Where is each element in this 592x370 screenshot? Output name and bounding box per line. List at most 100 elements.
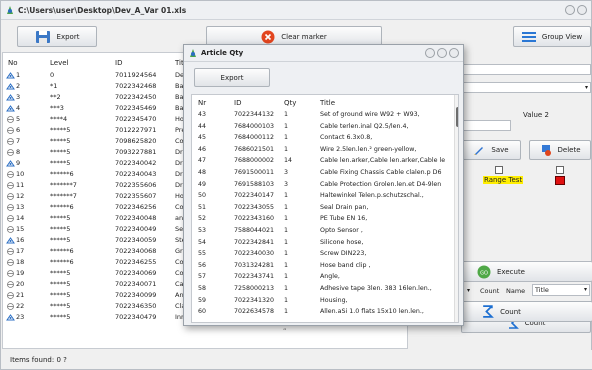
right-select-1[interactable]: ▾ — [461, 82, 591, 93]
dialog-table-row[interactable]: 56 7031324281 1 Hose band clip , — [192, 261, 454, 273]
dialog-row-title: Housing, — [320, 296, 348, 304]
dialog-export-button[interactable]: Export — [194, 68, 270, 87]
dialog-row-qty: 1 — [284, 273, 289, 281]
floppy-disk-icon — [35, 30, 50, 43]
row-no: 5 — [6, 115, 20, 123]
dialog-minimize-button[interactable] — [425, 48, 435, 58]
dialog-table-row[interactable]: 54 7022342841 1 Silicone hose, — [192, 238, 454, 250]
row-id: 7022346256 — [115, 203, 157, 211]
export-button[interactable]: Export — [17, 26, 97, 47]
dialog-table-row[interactable]: 51 7022343055 1 Seal Drain pan, — [192, 203, 454, 215]
dialog-table-row[interactable]: 52 7022343160 1 PE Tube EN 16, — [192, 214, 454, 226]
module-icon — [6, 82, 15, 89]
dialog-close-button[interactable] — [449, 48, 459, 58]
dialog-row-id: 7684000112 — [234, 134, 275, 142]
dialog-header-qty: Qty — [284, 99, 297, 107]
header-no: No — [8, 59, 18, 67]
row-id: 7022355606 — [115, 181, 157, 189]
dialog-row-qty: 1 — [284, 215, 289, 223]
minimize-button[interactable] — [565, 5, 575, 15]
part-icon — [7, 302, 14, 310]
dialog-table-row[interactable]: 50 7022340147 1 Haltewinkel Telen.p.schutzs… — [192, 191, 454, 203]
row-level: *****5 — [50, 291, 71, 299]
delete-button[interactable]: Delete — [529, 140, 591, 160]
row-level: ******6 — [50, 203, 74, 211]
dialog-row-title: Silicone hose, — [320, 238, 364, 246]
dialog-row-qty: 3 — [284, 169, 289, 176]
row-level: *****5 — [50, 302, 71, 310]
row-level: *1 — [50, 82, 58, 90]
part-icon — [7, 137, 14, 145]
row-no: 3 — [6, 93, 20, 101]
module-icon — [6, 313, 15, 320]
right-input-1[interactable] — [461, 64, 591, 75]
dialog-header-title: Title — [320, 99, 336, 107]
row-level: ******6 — [50, 170, 74, 178]
dialog-row-id: 7686021501 — [234, 145, 275, 153]
dialog-row-nr: 53 — [198, 227, 207, 234]
row-no: 14 — [6, 214, 24, 222]
dialog-row-title: Seal Drain pan, — [320, 203, 369, 211]
row-level: *****5 — [50, 159, 71, 167]
dialog-row-nr: 47 — [198, 157, 207, 165]
dialog-table-row[interactable]: 46 7686021501 1 Wire 2.5len.len.² green-yel… — [192, 145, 454, 157]
dialog-row-title: Haltewinkel Telen.p.schutzschal., — [320, 192, 424, 200]
row-id: 7022340068 — [115, 247, 157, 255]
part-icon — [7, 148, 14, 156]
dialog-row-title: Angle, — [320, 273, 340, 281]
dialog-row-nr: 58 — [198, 285, 207, 292]
close-button[interactable] — [577, 5, 587, 15]
row-no: 18 — [6, 258, 24, 266]
dialog-table-row[interactable]: 57 7022343741 1 Angle, — [192, 272, 454, 284]
row-id: 7022340069 — [115, 269, 157, 277]
dialog-table-row[interactable]: 53 7588044021 1 Opto Sensor , — [192, 226, 454, 238]
dialog-row-id: 7022634578 — [234, 308, 275, 316]
header-level: Level — [50, 59, 69, 67]
value1-field[interactable] — [461, 120, 511, 131]
range-test-checkbox[interactable] — [495, 166, 503, 174]
row-id: 7022340479 — [115, 313, 157, 321]
dialog-table-row[interactable]: 44 7684000103 1 Cable terlen.inal Q2.5/len.… — [192, 122, 454, 134]
dialog-scrollbar-thumb[interactable] — [456, 107, 458, 127]
dialog-scrollbar[interactable] — [454, 95, 458, 322]
dialog-row-qty: 1 — [284, 261, 289, 269]
dialog-maximize-button[interactable] — [437, 48, 447, 58]
save-button[interactable]: Save — [461, 140, 521, 160]
row-level: ******6 — [50, 258, 74, 266]
count-action-label: Count — [500, 307, 521, 316]
dialog-row-title: Screw DIN223, — [320, 250, 367, 258]
dialog-row-nr: 46 — [198, 145, 207, 153]
dialog-table-row[interactable]: 55 7022340030 1 Screw DIN223, — [192, 249, 454, 261]
row-id: 7022342450 — [115, 93, 157, 101]
row-no: 1 — [6, 71, 20, 79]
dialog-table-row[interactable]: 58 7258000213 1 Adhesive tape 3len. 383 16l… — [192, 284, 454, 296]
dialog-table-row[interactable]: 47 7688000002 14 Cable len.arker,Cable len.… — [192, 156, 454, 168]
dialog-table-row[interactable]: 48 7691500011 3 Cable Fixing Chassis Cable … — [192, 168, 454, 180]
row-no: 17 — [6, 247, 24, 255]
row-id: 7022340099 — [115, 291, 157, 299]
app-icon — [7, 6, 13, 14]
dialog-table-row[interactable]: 60 7022634578 1 Allen.aSi 1.0 flats 15x10 l… — [192, 307, 454, 319]
header-id: ID — [115, 59, 123, 67]
group-view-button[interactable]: Group View — [513, 26, 591, 47]
dialog-row-title: Adhesive tape 3len. 383 16len.len., — [320, 285, 432, 292]
row-id: 7022342468 — [115, 82, 157, 90]
row-no: 10 — [6, 170, 24, 178]
delete-icon — [541, 145, 551, 156]
name-select[interactable]: Title ▾ — [532, 284, 590, 296]
module-icon — [6, 104, 15, 111]
dialog-table-row[interactable]: 59 7022341320 1 Housing, — [192, 296, 454, 308]
row-level: *****5 — [50, 269, 71, 277]
dialog-table-row[interactable]: 49 7691588103 3 Cable Protection Grolen.len… — [192, 180, 454, 192]
row-no: 13 — [6, 203, 24, 211]
dialog-row-id: 7022343741 — [234, 273, 275, 281]
row-level: ****4 — [50, 115, 68, 123]
part-icon — [7, 291, 14, 299]
second-checkbox[interactable] — [556, 166, 564, 174]
dialog-row-nr: 56 — [198, 261, 207, 269]
dialog-table-row[interactable]: 45 7684000112 1 Contact 6.3x0.8, — [192, 133, 454, 145]
dialog-table-row[interactable]: 43 7022344132 1 Set of ground wire W92 + W9… — [192, 110, 454, 122]
dialog-row-title: Allen.aSi 1.0 flats 15x10 len.len., — [320, 308, 424, 316]
dialog-row-qty: 14 — [284, 157, 293, 165]
part-icon — [7, 170, 14, 178]
